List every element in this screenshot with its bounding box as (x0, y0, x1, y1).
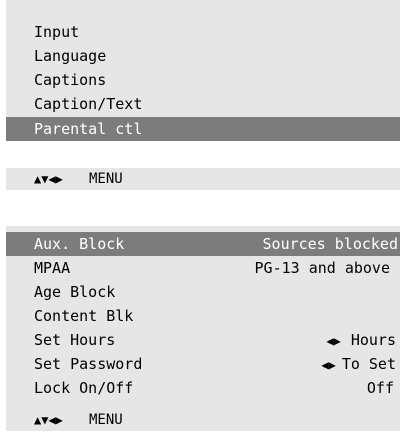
row-age-block[interactable]: Age Block (6, 280, 400, 304)
menu-item-input[interactable]: Input (6, 20, 400, 44)
menu-item-label: Language (34, 47, 107, 65)
row-lock-on-off[interactable]: Lock On/Off Off (6, 376, 400, 400)
parental-control-panel: Aux. Block Sources blocked MPAA PG-13 an… (6, 226, 400, 430)
row-content-blk[interactable]: Content Blk (6, 304, 400, 328)
row-value: Sources blocked (262, 235, 398, 253)
row-label: Age Block (34, 283, 116, 301)
menu-item-language[interactable]: Language (6, 44, 400, 68)
main-menu-panel: Input Language Captions Caption/Text Par… (6, 0, 400, 141)
menu-item-parental-ctl[interactable]: Parental ctl (6, 117, 400, 141)
menu-item-label: Caption/Text (34, 95, 143, 113)
row-value: PG-13 and above (254, 259, 390, 277)
left-right-arrows-icon: ◀▶ (326, 334, 341, 348)
menu-item-caption-text[interactable]: Caption/Text (6, 92, 400, 116)
menu-hint-label: MENU (89, 171, 123, 187)
menu-item-label: Input (34, 23, 80, 41)
row-aux-block[interactable]: Aux. Block Sources blocked (6, 232, 400, 256)
top-nav-hint-bar: ▲▼◀▶ MENU (6, 168, 400, 190)
menu-item-label: Captions (34, 71, 107, 89)
row-label: MPAA (34, 259, 71, 277)
row-label: Set Password (34, 355, 143, 373)
navigation-arrows-icon: ▲▼◀▶ (34, 413, 63, 427)
left-right-arrows-icon: ◀▶ (321, 358, 336, 372)
navigation-arrows-icon: ▲▼◀▶ (34, 172, 63, 186)
row-label: Content Blk (34, 307, 134, 325)
row-label: Set Hours (34, 331, 116, 349)
row-set-hours[interactable]: Set Hours ◀▶ Hours (6, 328, 400, 352)
row-set-password[interactable]: Set Password ◀▶ To Set (6, 352, 400, 376)
row-value-group: ◀▶ Hours (326, 328, 396, 353)
row-value-group: ◀▶ To Set (321, 352, 396, 377)
row-value: To Set (341, 355, 396, 373)
row-mpaa[interactable]: MPAA PG-13 and above (6, 256, 400, 280)
row-value: Off (366, 379, 394, 397)
row-label: Lock On/Off (34, 379, 134, 397)
row-label: Aux. Block (34, 235, 125, 253)
bottom-nav-hint-bar: ▲▼◀▶ MENU (6, 409, 400, 431)
menu-hint-label: MENU (89, 412, 123, 428)
row-value: Hours (350, 331, 396, 349)
menu-item-captions[interactable]: Captions (6, 68, 400, 92)
menu-item-label: Parental ctl (34, 120, 143, 138)
